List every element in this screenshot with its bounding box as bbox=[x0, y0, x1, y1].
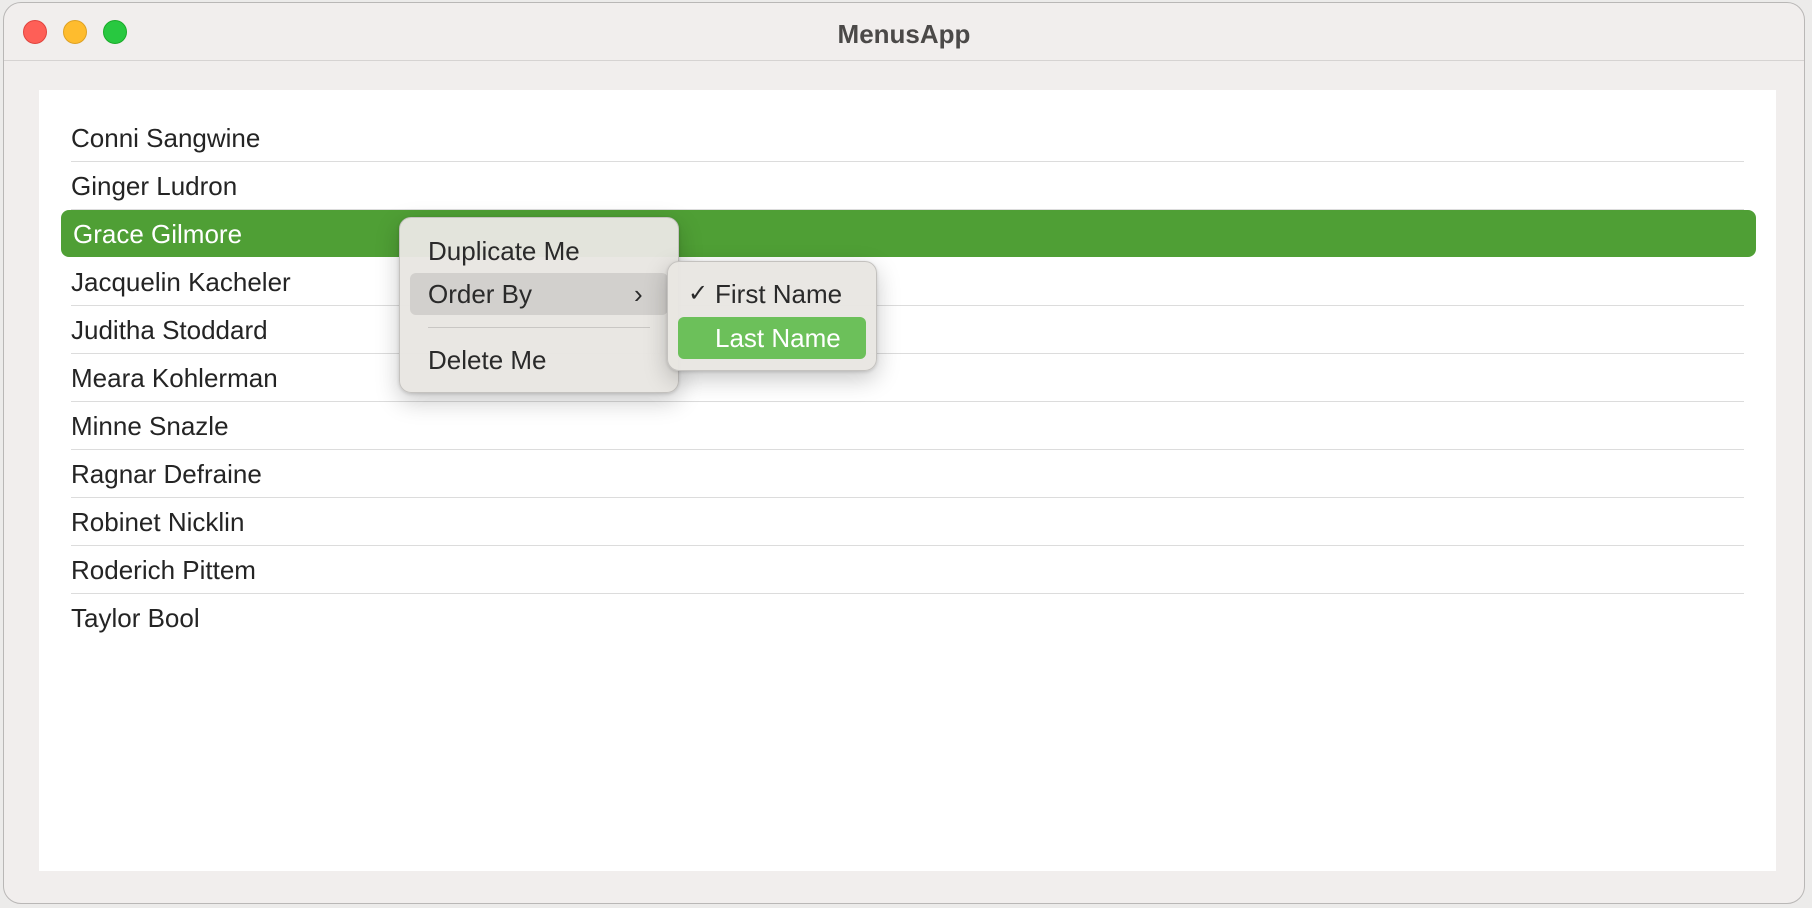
people-list[interactable]: Conni Sangwine Ginger Ludron Grace Gilmo… bbox=[39, 90, 1776, 871]
list-item-label: Ginger Ludron bbox=[71, 171, 238, 201]
submenu-item-label: Last Name bbox=[715, 323, 841, 353]
context-menu: Duplicate Me Order By › Delete Me bbox=[399, 217, 679, 393]
list-item[interactable]: Ginger Ludron bbox=[71, 162, 1744, 210]
list-item-label: Juditha Stoddard bbox=[71, 315, 268, 345]
list-item-label: Ragnar Defraine bbox=[71, 459, 262, 489]
menu-separator bbox=[428, 327, 650, 328]
list-item[interactable]: Robinet Nicklin bbox=[71, 498, 1744, 546]
window-title: MenusApp bbox=[837, 19, 971, 49]
app-window: MenusApp Conni Sangwine Ginger Ludron Gr… bbox=[3, 2, 1805, 904]
list-item[interactable]: Meara Kohlerman bbox=[71, 354, 1744, 402]
list-item-selected[interactable]: Grace Gilmore bbox=[61, 210, 1756, 257]
list-item-label: Conni Sangwine bbox=[71, 123, 261, 153]
title-bar[interactable]: MenusApp bbox=[4, 3, 1804, 61]
menu-item-label: Duplicate Me bbox=[428, 236, 580, 266]
list-item[interactable]: Roderich Pittem bbox=[71, 546, 1744, 594]
menu-item-label: Order By bbox=[428, 279, 533, 309]
list-item[interactable]: Conni Sangwine bbox=[71, 114, 1744, 162]
list-item[interactable]: Minne Snazle bbox=[71, 402, 1744, 450]
list-item-label: Taylor Bool bbox=[71, 603, 200, 633]
list-item-label: Jacquelin Kacheler bbox=[71, 267, 291, 297]
chevron-right-icon: › bbox=[634, 279, 643, 309]
menu-item-label: Delete Me bbox=[428, 345, 547, 375]
menu-item-delete[interactable]: Delete Me bbox=[410, 339, 668, 381]
list-item-label: Grace Gilmore bbox=[73, 219, 243, 249]
list-item[interactable]: Juditha Stoddard bbox=[71, 306, 1744, 354]
menu-item-order-by[interactable]: Order By › bbox=[410, 273, 668, 315]
checkmark-icon: ✓ bbox=[688, 280, 709, 307]
menu-item-duplicate[interactable]: Duplicate Me bbox=[410, 230, 668, 272]
list-item[interactable]: Jacquelin Kacheler bbox=[71, 258, 1744, 306]
submenu-item-last-name[interactable]: Last Name bbox=[678, 317, 866, 359]
list-item-label: Minne Snazle bbox=[71, 411, 229, 441]
list-item-label: Meara Kohlerman bbox=[71, 363, 278, 393]
order-by-submenu: ✓ First Name Last Name bbox=[667, 261, 877, 371]
list-item[interactable]: Taylor Bool bbox=[71, 594, 1744, 642]
submenu-item-label: First Name bbox=[715, 279, 843, 309]
submenu-item-first-name[interactable]: ✓ First Name bbox=[678, 273, 866, 315]
list-item[interactable]: Ragnar Defraine bbox=[71, 450, 1744, 498]
list-item-label: Robinet Nicklin bbox=[71, 507, 245, 537]
list-item-label: Roderich Pittem bbox=[71, 555, 256, 585]
